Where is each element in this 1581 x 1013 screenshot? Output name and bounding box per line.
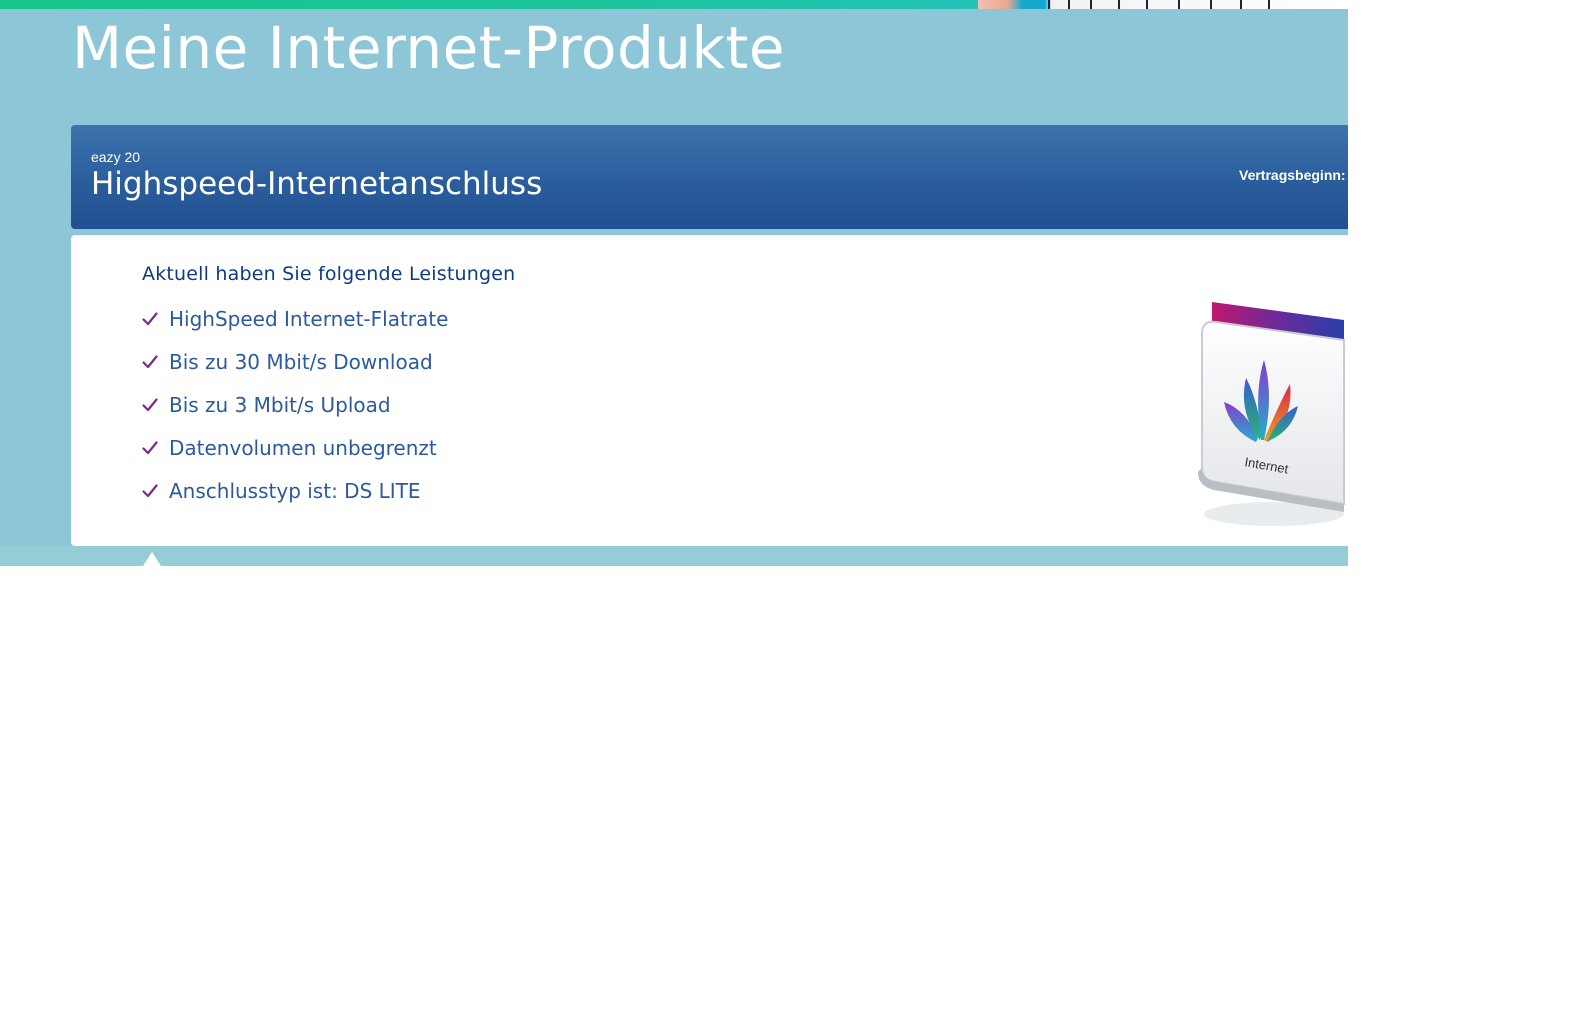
check-icon [142, 311, 158, 325]
top-accent-bar [0, 0, 980, 9]
service-label: Bis zu 3 Mbit/s Upload [169, 392, 391, 417]
contract-start: Vertragsbeginn: 07 [1239, 167, 1348, 183]
header-banner-image [978, 0, 1348, 9]
list-item: Bis zu 3 Mbit/s Upload [142, 383, 448, 426]
check-icon [142, 440, 158, 454]
product-name: Highspeed-Internetanschluss [91, 166, 543, 202]
list-item: Bis zu 30 Mbit/s Download [142, 340, 448, 383]
service-label: HighSpeed Internet-Flatrate [169, 306, 449, 331]
page-title: Meine Internet-Produkte [72, 14, 786, 82]
services-heading: Aktuell haben Sie folgende Leistungen [142, 263, 516, 285]
page-viewport: Meine Internet-Produkte eazy 20 Highspee… [0, 0, 1348, 566]
list-item: HighSpeed Internet-Flatrate [142, 297, 448, 340]
internet-product-box-image: Internet [1198, 302, 1345, 526]
services-list: HighSpeed Internet-Flatrate Bis zu 30 Mb… [142, 297, 448, 512]
product-header: eazy 20 Highspeed-Internetanschluss Vert… [71, 125, 1348, 229]
service-label: Anschlusstyp ist: DS LITE [169, 478, 421, 503]
check-icon [142, 397, 158, 411]
check-icon [142, 483, 158, 497]
bottom-band [0, 546, 1348, 566]
pointer-arrow [143, 552, 161, 566]
service-label: Bis zu 30 Mbit/s Download [169, 349, 433, 374]
product-tariff: eazy 20 [91, 149, 141, 165]
list-item: Anschlusstyp ist: DS LITE [142, 469, 448, 512]
product-details-panel: Aktuell haben Sie folgende Leistungen Hi… [71, 235, 1348, 546]
list-item: Datenvolumen unbegrenzt [142, 426, 448, 469]
check-icon [142, 354, 158, 368]
service-label: Datenvolumen unbegrenzt [169, 435, 437, 460]
